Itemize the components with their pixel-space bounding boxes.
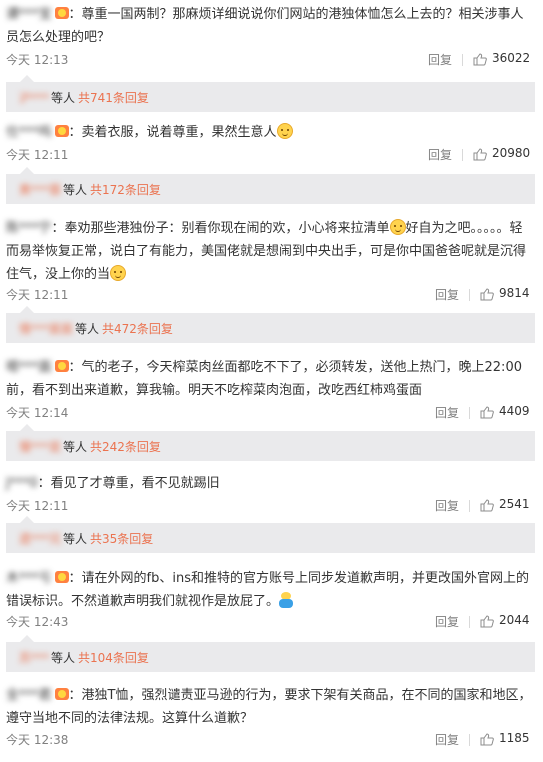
sub-reply-summary[interactable]: 慢***是 等人 共242条回复 <box>6 424 535 461</box>
comment-text: ：请在外网的fb、ins和推特的官方账号上同步发道歉声明，并更改国外官网上的错误… <box>6 571 529 609</box>
fan-badge-icon <box>54 7 69 19</box>
comment-time: 今天 12:43 <box>6 615 69 629</box>
comment-time: 今天 12:14 <box>6 406 69 420</box>
view-replies-link[interactable]: 共741条回复 <box>78 91 149 105</box>
reply-button[interactable]: 回复 <box>428 146 452 163</box>
thumbs-up-icon[interactable] <box>480 733 494 746</box>
thumbs-up-icon[interactable] <box>480 406 494 419</box>
sub-reply-summary[interactable]: 遗***兄 等人 共35条回复 <box>6 516 535 553</box>
fan-badge-icon <box>54 571 69 583</box>
view-replies-link[interactable]: 共472条回复 <box>102 322 173 336</box>
divider <box>469 289 470 301</box>
divider <box>469 407 470 419</box>
comment-time: 今天 12:38 <box>6 733 69 747</box>
view-replies-link[interactable]: 共35条回复 <box>90 532 153 546</box>
comment-text: ：卖着衣服，说着尊重，果然生意人 <box>68 125 277 140</box>
sub-reply-mid: 等人 <box>63 440 88 454</box>
comment-username[interactable]: 嗯***面 <box>6 356 52 379</box>
comment-username[interactable]: 全***君 <box>6 684 52 707</box>
divider <box>462 54 463 66</box>
fan-badge-icon <box>54 125 69 137</box>
sub-reply-mid: 等人 <box>75 322 100 336</box>
comment-text: ：看见了才尊重，看不见就踢旧 <box>37 476 220 491</box>
reply-button[interactable]: 回复 <box>435 731 459 748</box>
like-count: 36022 <box>492 51 531 65</box>
pointer-arrow <box>20 635 34 642</box>
sub-reply-mid: 等人 <box>51 651 76 665</box>
comment-username[interactable]: 木***亏 <box>6 567 52 590</box>
comment-username[interactable]: 谭***宝 <box>6 3 52 26</box>
divider <box>469 616 470 628</box>
comment-time: 今天 12:11 <box>6 499 69 513</box>
smile-emoji-icon <box>389 219 406 235</box>
smile-emoji-icon <box>110 265 127 281</box>
sub-reply-user[interactable]: 黄***蓉 <box>19 181 61 198</box>
comment-text: ：港独T恤，强烈谴责亚马逊的行为，要求下架有关商品，在不同的国家和地区，遵守当地… <box>6 688 532 726</box>
sub-reply-mid: 等人 <box>63 183 88 197</box>
comment-text: ：奉劝那些港独份子：别看你现在闹的欢，小心将来拉清单 <box>51 221 390 236</box>
thumbs-up-icon[interactable] <box>473 148 487 161</box>
like-count: 4409 <box>499 404 530 418</box>
thumbs-up-icon[interactable] <box>480 288 494 301</box>
comment-username[interactable]: 仕***呜 <box>6 121 52 144</box>
reply-button[interactable]: 回复 <box>435 497 459 514</box>
thumbs-up-icon[interactable] <box>480 615 494 628</box>
sub-reply-summary[interactable]: 苏*** 等人 共104条回复 <box>6 635 535 672</box>
emoji-icon <box>279 592 294 608</box>
reply-button[interactable]: 回复 <box>428 51 452 68</box>
pointer-arrow <box>20 516 34 523</box>
sub-reply-mid: 等人 <box>63 532 88 546</box>
sub-reply-summary[interactable]: 沪*** 等人 共741条回复 <box>6 75 535 112</box>
sub-reply-summary[interactable]: 情***宸宸 等人 共472条回复 <box>6 306 535 343</box>
comment-username[interactable]: 陈***宁 <box>6 217 52 240</box>
reply-button[interactable]: 回复 <box>435 613 459 630</box>
like-count: 20980 <box>492 146 531 160</box>
sub-reply-user[interactable]: 情***宸宸 <box>19 320 73 337</box>
sub-reply-user[interactable]: 沪*** <box>19 89 49 106</box>
comment-time: 今天 12:11 <box>6 288 69 302</box>
comment-text: ：尊重一国两制？那麻烦详细说说你们网站的港独体恤怎么上去的？相关涉事人员怎么处理… <box>6 7 524 45</box>
sub-reply-user[interactable]: 苏*** <box>19 649 49 666</box>
like-count: 9814 <box>499 286 530 300</box>
like-count: 1185 <box>499 731 530 745</box>
comment-time: 今天 12:11 <box>6 148 69 162</box>
like-count: 2044 <box>499 613 530 627</box>
smile-emoji-icon <box>276 123 293 139</box>
divider <box>469 734 470 746</box>
view-replies-link[interactable]: 共172条回复 <box>90 183 161 197</box>
pointer-arrow <box>20 167 34 174</box>
pointer-arrow <box>20 306 34 313</box>
thumbs-up-icon[interactable] <box>473 53 487 66</box>
like-count: 2541 <box>499 497 530 511</box>
view-replies-link[interactable]: 共242条回复 <box>90 440 161 454</box>
fan-badge-icon <box>54 360 69 372</box>
sub-reply-summary[interactable]: 黄***蓉 等人 共172条回复 <box>6 167 535 204</box>
comment-text: ：气的老子，今天榨菜肉丝面都吃不下了，必须转发，送他上热门，晚上22:00前，看… <box>6 360 522 398</box>
view-replies-link[interactable]: 共104条回复 <box>78 651 149 665</box>
sub-reply-mid: 等人 <box>51 91 76 105</box>
sub-reply-user[interactable]: 慢***是 <box>19 438 61 455</box>
thumbs-up-icon[interactable] <box>480 499 494 512</box>
divider <box>469 500 470 512</box>
sub-reply-user[interactable]: 遗***兄 <box>19 530 61 547</box>
fan-badge-icon <box>54 688 69 700</box>
comment-time: 今天 12:13 <box>6 53 69 67</box>
divider <box>462 149 463 161</box>
pointer-arrow <box>20 424 34 431</box>
pointer-arrow <box>20 75 34 82</box>
reply-button[interactable]: 回复 <box>435 286 459 303</box>
reply-button[interactable]: 回复 <box>435 404 459 421</box>
comment-username[interactable]: J***0 <box>6 472 38 495</box>
